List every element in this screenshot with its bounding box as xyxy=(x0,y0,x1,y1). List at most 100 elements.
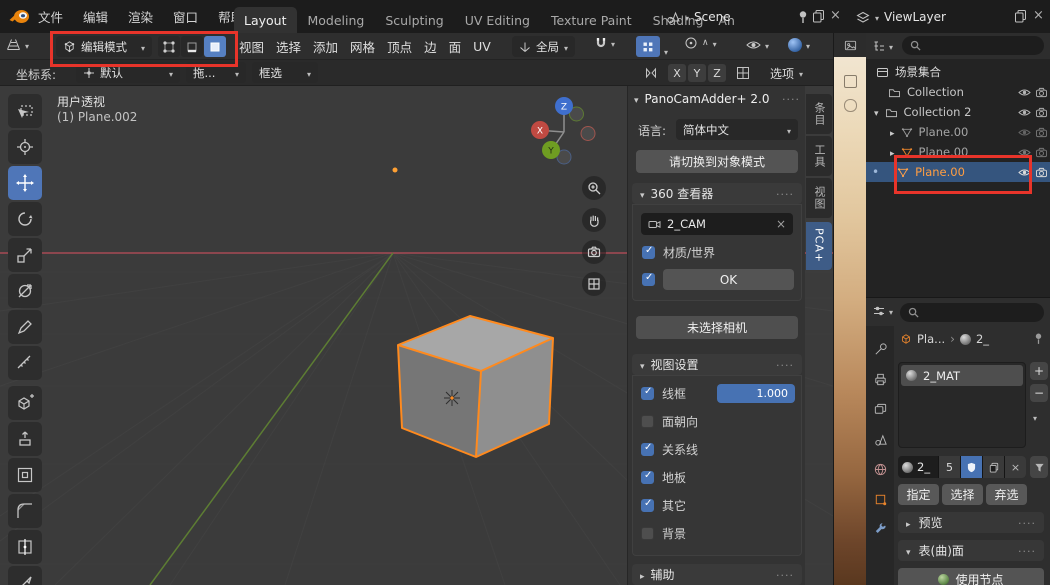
editor-type-dropdown[interactable] xyxy=(6,37,29,52)
snap-base-icon[interactable] xyxy=(736,66,750,80)
tab-output[interactable] xyxy=(866,364,894,394)
clear-camera-icon[interactable]: × xyxy=(776,217,786,231)
render-camera-icon[interactable] xyxy=(1035,167,1048,178)
perspective-toggle-button[interactable] xyxy=(582,272,606,296)
select-button[interactable]: 选择 xyxy=(942,484,983,505)
select-tool-dropdown[interactable]: 框选 xyxy=(252,62,318,83)
remove-view-layer-icon[interactable]: × xyxy=(1033,8,1044,23)
view-layer-name[interactable]: ViewLayer xyxy=(884,10,946,24)
expand-icon[interactable] xyxy=(890,125,895,139)
strip-tool-icon[interactable] xyxy=(844,75,857,88)
tool-measure[interactable] xyxy=(8,346,42,380)
expand-icon[interactable] xyxy=(890,145,895,159)
outliner-row-collection-2[interactable]: Collection 2 xyxy=(866,102,1050,122)
outliner-row-plane-1[interactable]: Plane.00 xyxy=(866,122,1050,142)
strip-tool-icon-2[interactable] xyxy=(844,99,857,112)
transform-orientation-dropdown[interactable]: 全局 xyxy=(512,36,575,57)
tool-loop-cut[interactable] xyxy=(8,530,42,564)
new-view-layer-icon[interactable] xyxy=(1014,9,1027,23)
sidebar-tab-view[interactable]: 视图 xyxy=(806,178,832,218)
eye-icon[interactable] xyxy=(1018,108,1031,117)
new-scene-icon[interactable] xyxy=(812,9,825,23)
outliner-search[interactable] xyxy=(902,36,1044,55)
face-orientation-checkbox[interactable] xyxy=(641,415,654,428)
menu-mesh[interactable]: 网格 xyxy=(344,33,381,59)
tab-world[interactable] xyxy=(866,454,894,484)
tab-modifiers[interactable] xyxy=(866,514,894,544)
properties-editor-dropdown[interactable] xyxy=(872,304,893,318)
render-camera-icon[interactable] xyxy=(1035,87,1048,98)
language-dropdown[interactable]: 简体中文 xyxy=(676,119,798,140)
tool-move[interactable] xyxy=(8,166,42,200)
menu-edge[interactable]: 边 xyxy=(418,33,443,59)
surface-section-header[interactable]: 表(曲)面 xyxy=(898,540,1044,561)
tool-add-cube[interactable] xyxy=(8,386,42,420)
breadcrumb-object[interactable]: Pla... xyxy=(917,332,945,346)
tool-transform[interactable] xyxy=(8,274,42,308)
panel-drag-handle-icon[interactable] xyxy=(782,92,800,106)
wireframe-checkbox[interactable] xyxy=(641,387,654,400)
outliner-row-plane-2[interactable]: Plane.00 xyxy=(866,142,1050,162)
menu-render[interactable]: 渲染 xyxy=(118,0,163,33)
sidebar-tab-item[interactable]: 条目 xyxy=(806,94,832,134)
tab-object[interactable] xyxy=(866,484,894,514)
menu-file[interactable]: 文件 xyxy=(28,0,73,33)
unlink-scene-icon[interactable]: × xyxy=(830,8,841,23)
proportional-editing-dropdown[interactable]: ∧ xyxy=(684,36,717,50)
tool-bevel[interactable] xyxy=(8,494,42,528)
options-dropdown[interactable]: 选项 xyxy=(770,63,803,83)
pan-button[interactable] xyxy=(582,208,606,232)
snap-options-caret-icon[interactable] xyxy=(664,44,668,58)
scene-selector[interactable]: Scene xyxy=(666,7,731,27)
material-filter-button[interactable] xyxy=(1030,456,1048,478)
sidebar-tab-tool[interactable]: 工具 xyxy=(806,136,832,176)
outliner-display-mode-dropdown[interactable] xyxy=(872,39,893,53)
workspace-tab-texture-paint[interactable]: Texture Paint xyxy=(541,7,642,33)
workspace-tab-sculpting[interactable]: Sculpting xyxy=(375,7,453,33)
axis-z-button[interactable]: Z xyxy=(708,64,726,82)
unlink-material-button[interactable]: × xyxy=(1004,456,1026,478)
render-camera-icon[interactable] xyxy=(1035,107,1048,118)
shading-mode-dropdown[interactable] xyxy=(788,38,810,52)
background-checkbox[interactable] xyxy=(641,527,654,540)
eye-icon[interactable] xyxy=(1018,148,1031,157)
use-nodes-button[interactable]: 使用节点 xyxy=(898,568,1044,585)
add-slot-button[interactable]: + xyxy=(1030,362,1048,380)
tool-annotate[interactable] xyxy=(8,310,42,344)
menu-face[interactable]: 面 xyxy=(443,33,468,59)
panel-collapse-icon[interactable] xyxy=(634,92,639,106)
workspace-tab-uv-editing[interactable]: UV Editing xyxy=(455,7,540,33)
viewer-section-header[interactable]: 360 查看器 xyxy=(632,183,802,204)
pin-icon[interactable] xyxy=(798,10,808,24)
image-editor-icon[interactable] xyxy=(844,39,857,52)
tab-view-layer[interactable] xyxy=(866,394,894,424)
vertex-select-button[interactable] xyxy=(158,36,180,57)
tab-tool[interactable] xyxy=(866,334,894,364)
material-slot-row[interactable]: 2_MAT xyxy=(901,365,1023,386)
viewport-settings-header[interactable]: 视图设置 xyxy=(632,354,802,375)
snapping-toggle-button[interactable] xyxy=(636,36,660,57)
copy-material-button[interactable] xyxy=(982,456,1004,478)
material-slot-list[interactable]: 2_MAT xyxy=(898,362,1026,448)
image-editor-strip[interactable] xyxy=(833,33,866,585)
mode-dropdown[interactable]: 编辑模式 xyxy=(56,36,152,57)
workspace-tab-layout[interactable]: Layout xyxy=(234,7,297,33)
menu-select[interactable]: 选择 xyxy=(270,33,307,59)
tool-extrude[interactable] xyxy=(8,422,42,456)
properties-search[interactable] xyxy=(900,303,1044,322)
assign-button[interactable]: 指定 xyxy=(898,484,939,505)
menu-add[interactable]: 添加 xyxy=(307,33,344,59)
fake-user-button[interactable] xyxy=(960,456,982,478)
tool-select-box[interactable] xyxy=(8,94,42,128)
edge-select-button[interactable] xyxy=(181,36,203,57)
menu-uv[interactable]: UV xyxy=(467,33,497,59)
wireframe-width-slider[interactable]: 1.000 xyxy=(717,384,795,403)
render-camera-icon[interactable] xyxy=(1035,147,1048,158)
outliner-row-plane-3-selected[interactable]: • Plane.00 xyxy=(866,162,1050,182)
navigation-gizmo[interactable]: Z X Y xyxy=(525,93,603,171)
pin-icon[interactable] xyxy=(1034,332,1043,345)
material-ball-icon[interactable] xyxy=(902,462,913,473)
outliner-row-collection[interactable]: Collection xyxy=(866,82,1050,102)
material-name[interactable]: 2_ xyxy=(917,460,938,474)
outliner-row-scene-collection[interactable]: 场景集合 xyxy=(866,62,1050,82)
